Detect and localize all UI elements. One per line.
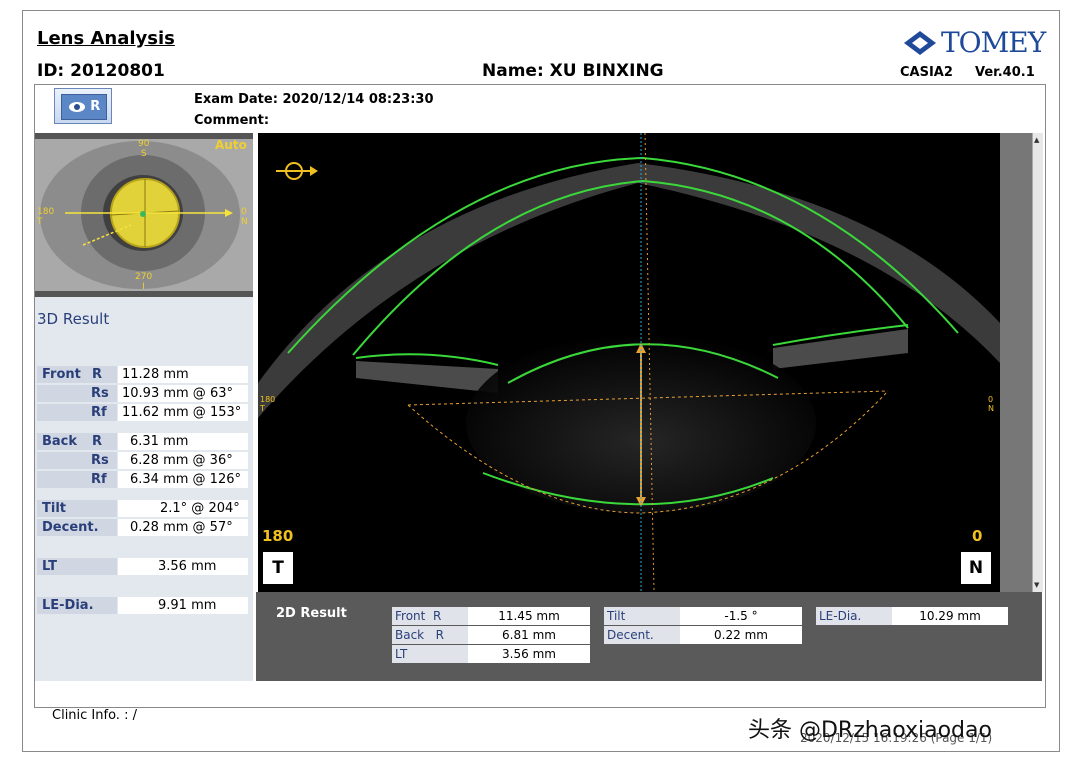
scan-left-angle: 180 xyxy=(262,527,294,545)
back-rf-key: Rf xyxy=(91,472,107,487)
watermark: 头条 @DRzhaoxiaodao xyxy=(748,718,992,743)
eye-glyph-icon xyxy=(68,101,85,112)
tomey-logo-icon xyxy=(904,31,936,55)
lt-value: 3.56 mm xyxy=(158,559,217,574)
front-r-key: R xyxy=(92,367,103,382)
front-r-value: 11.28 mm xyxy=(122,367,189,382)
r2d-tilt-value: -1.5 ° xyxy=(680,607,802,625)
scan-right-angle: 0 xyxy=(972,527,983,545)
r2d-ledia-value: 10.29 mm xyxy=(892,607,1008,625)
decent-value: 0.28 mm @ 57° xyxy=(130,520,233,535)
oct-scan-image xyxy=(258,133,1000,592)
thumb-mode-label: Auto xyxy=(215,138,247,152)
ledia-value: 9.91 mm xyxy=(158,598,217,613)
eye-side-label: R xyxy=(90,99,101,114)
front-rf-key: Rf xyxy=(91,405,107,420)
scan-tiny-left: 180 T xyxy=(260,395,276,413)
r2d-tilt-label: Tilt xyxy=(604,607,680,625)
comment-label: Comment: xyxy=(194,113,270,128)
thumb-bottom-label: 270 I xyxy=(135,272,153,292)
thumb-top-label: 90 S xyxy=(138,139,150,159)
front-rs-value: 10.93 mm @ 63° xyxy=(122,386,233,401)
r2d-decent-value: 0.22 mm xyxy=(680,626,802,644)
back-rs-value: 6.28 mm @ 36° xyxy=(130,453,233,468)
lt-label: LT xyxy=(42,559,57,574)
report-title: Lens Analysis xyxy=(37,28,175,49)
r2d-back-value: 6.81 mm xyxy=(468,626,590,644)
r2d-front-value: 11.45 mm xyxy=(468,607,590,625)
result3d-title: 3D Result xyxy=(37,310,110,328)
thumb-left-label: 180 T xyxy=(37,207,55,227)
back-rf-value: 6.34 mm @ 126° xyxy=(130,472,241,487)
exam-date-value: 2020/12/14 08:23:30 xyxy=(282,92,434,107)
nasal-marker: N xyxy=(960,551,992,585)
ledia-label: LE-Dia. xyxy=(42,598,94,613)
tomey-logo: TOMEY xyxy=(903,26,1053,62)
r2d-ledia-label: LE-Dia. xyxy=(816,607,892,625)
name-label: Name: xyxy=(482,61,544,81)
r2d-lt-value: 3.56 mm xyxy=(468,645,590,663)
scroll-up-icon[interactable]: ▲ xyxy=(1034,136,1039,144)
device-model: CASIA2 xyxy=(900,65,953,80)
oct-scan-view[interactable]: 180 T 0N 180 0 xyxy=(258,133,1000,592)
thumb-right-label: 0N xyxy=(241,207,248,227)
exam-date: Exam Date: 2020/12/14 08:23:30 xyxy=(194,92,434,107)
back-r-value: 6.31 mm xyxy=(130,434,189,449)
back-r-key: R xyxy=(92,434,103,449)
back-label: Back xyxy=(42,434,78,449)
eye-icon: R xyxy=(61,94,107,120)
tilt-value: 2.1° @ 204° xyxy=(160,501,240,516)
scan-tiny-right: 0N xyxy=(988,395,994,413)
clinic-info: Clinic Info. : / xyxy=(52,708,137,723)
id-value: 20120801 xyxy=(70,61,165,81)
back-rs-key: Rs xyxy=(91,453,109,468)
patient-name: Name: XU BINXING xyxy=(482,61,664,81)
patient-id: ID: 20120801 xyxy=(37,61,165,81)
r2d-back-label: Back R xyxy=(392,626,468,644)
r2d-front-label: Front R xyxy=(392,607,468,625)
front-label: Front xyxy=(42,367,81,382)
anterior-eye-thumbnail[interactable]: 90 S 270 I 180 T 0N Auto xyxy=(35,133,253,297)
front-rf-value: 11.62 mm @ 153° xyxy=(122,405,242,420)
r2d-lt-label: LT xyxy=(392,645,468,663)
brand-name: TOMEY xyxy=(941,26,1046,59)
right-eye-button[interactable]: R xyxy=(54,88,112,124)
name-value: XU BINXING xyxy=(549,61,664,81)
software-version: Ver.40.1 xyxy=(975,65,1035,80)
front-rs-key: Rs xyxy=(91,386,109,401)
scan-scrollbar[interactable]: ▲ ▼ xyxy=(1032,133,1043,592)
id-label: ID: xyxy=(37,61,65,81)
result2d-title: 2D Result xyxy=(276,606,347,621)
scan-side-panel xyxy=(1000,133,1032,592)
decent-label: Decent. xyxy=(42,520,99,535)
exam-date-label: Exam Date: xyxy=(194,92,278,107)
temporal-marker: T xyxy=(262,551,294,585)
scroll-down-icon[interactable]: ▼ xyxy=(1034,581,1039,589)
r2d-decent-label: Decent. xyxy=(604,626,680,644)
tilt-label: Tilt xyxy=(42,501,66,516)
